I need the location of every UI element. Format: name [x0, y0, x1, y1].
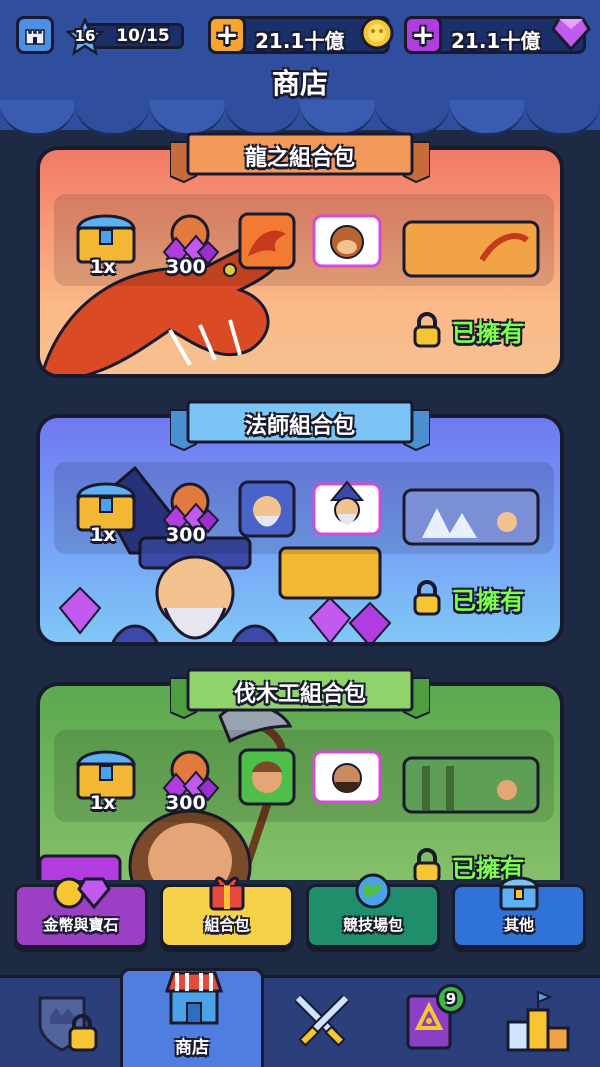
- podium-icon: [506, 990, 570, 1052]
- bundle-title: 伐木工組合包: [233, 682, 366, 707]
- tab-label: 競技場包: [342, 916, 403, 934]
- shop-category-tabs: 金幣與寶石 組合包 競技場包 其他: [14, 873, 586, 950]
- bundle-title: 龍之組合包: [244, 146, 355, 171]
- castle-icon: [25, 29, 45, 45]
- lock-icon: [413, 580, 441, 616]
- add-coins-button[interactable]: +: [208, 16, 246, 54]
- gem-icon: [551, 17, 591, 51]
- dragon-bundle-ribbon: 龍之組合包: [169, 130, 431, 184]
- chest-quantity: 1x: [90, 524, 116, 546]
- gem-amount: 21.1十億: [451, 29, 541, 53]
- tab-arena-packs[interactable]: 競技場包: [306, 873, 440, 948]
- resource-bar: 10/15 16 + 21.1十億 + 21.1十億: [0, 14, 600, 58]
- level-number: 16: [74, 27, 96, 45]
- wizard-card-icon: [238, 480, 296, 542]
- gift-icon: [209, 876, 245, 911]
- wizard-banner-icon: [402, 488, 540, 554]
- crossed-swords-icon: [294, 994, 350, 1047]
- woodcutter-avatar-icon: [312, 748, 382, 810]
- lock-icon: [413, 312, 441, 348]
- tab-other[interactable]: 其他: [452, 876, 586, 948]
- player-level[interactable]: 10/15 16: [64, 16, 184, 56]
- coin-amount: 21.1十億: [255, 29, 345, 53]
- owned-label: 已擁有: [452, 318, 524, 347]
- monkey-avatar-icon: [312, 212, 382, 274]
- wizard-bundle-ribbon: 法師組合包: [169, 398, 431, 452]
- gem-quantity: 300: [166, 524, 206, 546]
- tab-label: 其他: [503, 916, 534, 934]
- coins-gems-icon: [53, 877, 111, 910]
- nav-battle[interactable]: [262, 978, 382, 1067]
- chest-icon: [499, 876, 539, 911]
- bottom-nav: 商店 9: [0, 968, 600, 1067]
- tab-label: 金幣與寶石: [43, 916, 119, 934]
- coin-icon: [360, 16, 394, 50]
- tab-label: 組合包: [204, 916, 250, 934]
- lock-icon: [413, 848, 441, 880]
- bundle-title: 法師組合包: [244, 414, 355, 439]
- quests-badge: 9: [436, 984, 466, 1014]
- wizard-owned-status: 已擁有: [412, 580, 524, 616]
- shop-icon: [164, 971, 224, 1025]
- tab-coins-gems[interactable]: 金幣與寶石: [14, 877, 148, 948]
- bundle-list[interactable]: 1x 300 已擁有 龍之組合包 1x 300 已擁有 法師組合包 1x 300…: [0, 130, 600, 880]
- wizard-avatar-icon: [312, 480, 382, 542]
- dragon-banner-icon: [402, 220, 540, 286]
- chest-quantity: 1x: [90, 792, 116, 814]
- nav-clan[interactable]: [0, 978, 120, 1067]
- woodcutter-bundle-ribbon: 伐木工組合包: [169, 666, 431, 720]
- woodcutter-card-icon: [238, 748, 296, 810]
- gem-quantity: 300: [166, 792, 206, 814]
- woodcutter-banner-icon: [402, 756, 540, 822]
- nav-shop-label: 商店: [175, 1038, 209, 1058]
- clan-shield-icon: [38, 996, 98, 1052]
- chest-quantity: 1x: [90, 256, 116, 278]
- coin-counter[interactable]: + 21.1十億: [208, 16, 394, 54]
- top-header: 10/15 16 + 21.1十億 + 21.1十億 商店: [0, 0, 600, 136]
- add-gems-button[interactable]: +: [404, 16, 442, 54]
- nav-quests[interactable]: 9: [370, 978, 490, 1067]
- page-title: 商店: [271, 67, 328, 100]
- castle-button[interactable]: [16, 16, 54, 54]
- tab-bundles[interactable]: 組合包: [160, 876, 294, 948]
- level-star-icon: 16: [64, 16, 106, 56]
- gem-quantity: 300: [166, 256, 206, 278]
- dragon-card-icon: [238, 212, 296, 274]
- dragon-owned-status: 已擁有: [412, 312, 524, 348]
- nav-leaderboard[interactable]: [480, 978, 600, 1067]
- globe-icon: [355, 873, 391, 909]
- gem-counter[interactable]: + 21.1十億: [404, 16, 591, 54]
- owned-label: 已擁有: [452, 586, 524, 615]
- nav-shop[interactable]: 商店: [120, 968, 264, 1067]
